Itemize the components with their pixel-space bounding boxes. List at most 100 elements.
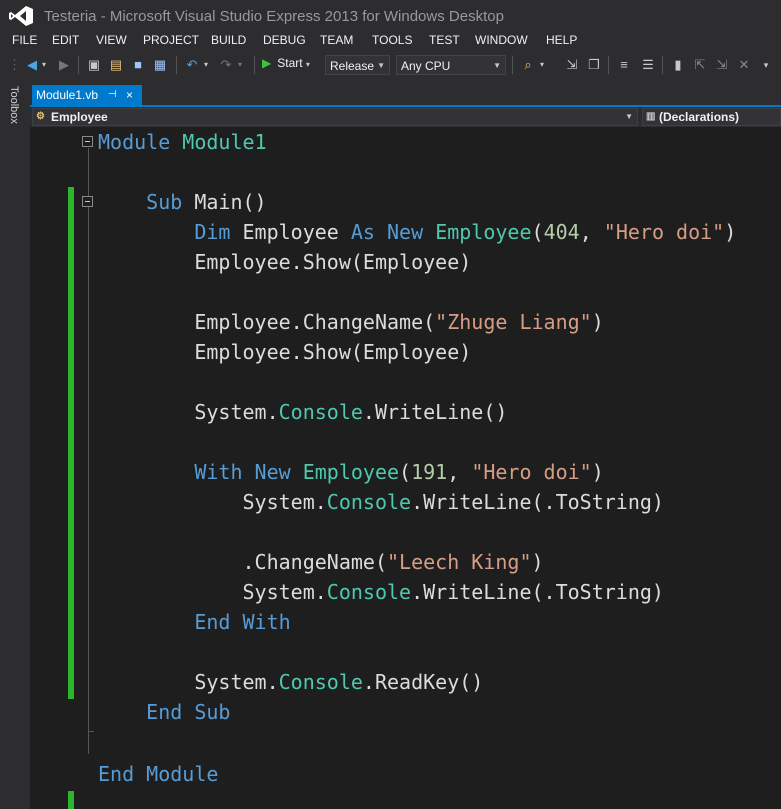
members-dropdown[interactable]: ▥ (Declarations) bbox=[642, 108, 781, 126]
identifier: Employee.ChangeName( bbox=[194, 310, 436, 334]
keyword: With bbox=[194, 460, 243, 484]
menu-window[interactable]: WINDOW bbox=[475, 33, 528, 47]
step-into-icon[interactable]: ⇲ bbox=[564, 57, 580, 73]
menu-help[interactable]: HELP bbox=[546, 33, 577, 47]
solution-explorer-icon[interactable]: ❐ bbox=[586, 57, 602, 73]
menu-project[interactable]: PROJECT bbox=[143, 33, 199, 47]
keyword: End Module bbox=[98, 762, 219, 786]
change-tracking-bar bbox=[68, 187, 74, 699]
code-line: End With bbox=[98, 607, 291, 637]
punctuation: , bbox=[447, 460, 472, 484]
identifier: Employee.Show(Employee) bbox=[194, 250, 472, 274]
close-icon[interactable]: × bbox=[126, 85, 133, 105]
solution-configuration-combo[interactable]: Release ▼ bbox=[325, 55, 390, 75]
standard-toolbar: ⋮ ◀ ▾ ▶ ▣ ▤ ■ ▦ ↶ ▾ ↷ ▾ ▶ Start ▾ Release… bbox=[0, 52, 781, 78]
chevron-down-icon: ▼ bbox=[377, 61, 385, 70]
document-tab-row: Module1.vb ⊣ × bbox=[30, 84, 781, 106]
collapse-sub-icon[interactable] bbox=[82, 196, 93, 207]
types-dropdown[interactable]: ⚙ Employee ▼ bbox=[32, 108, 638, 126]
code-line: End Sub bbox=[98, 697, 230, 727]
code-editor[interactable]: Module Module1 Sub Main() Dim Employee A… bbox=[30, 127, 781, 809]
window-title: Testeria - Microsoft Visual Studio Expre… bbox=[44, 8, 504, 25]
identifier: System. bbox=[242, 490, 327, 514]
navigate-forward-icon[interactable]: ▶ bbox=[56, 57, 72, 73]
code-line: With New Employee(191, "Hero doi") bbox=[98, 457, 604, 487]
members-icon: ▥ bbox=[646, 111, 656, 122]
platform-value: Any CPU bbox=[401, 59, 451, 73]
start-debugging-button[interactable]: ▶ Start ▾ bbox=[262, 56, 310, 74]
find-dropdown-icon[interactable]: ▾ bbox=[538, 57, 546, 73]
type-name: Console bbox=[326, 490, 412, 514]
menu-build[interactable]: BUILD bbox=[211, 33, 246, 47]
code-line: Module Module1 bbox=[98, 127, 267, 157]
identifier: Employee bbox=[242, 220, 339, 244]
uncomment-lines-icon[interactable]: ☰ bbox=[640, 57, 656, 73]
tab-module1-vb[interactable]: Module1.vb ⊣ × bbox=[32, 85, 142, 105]
outline-line bbox=[88, 148, 89, 754]
start-label: Start bbox=[277, 56, 303, 70]
save-icon[interactable]: ■ bbox=[130, 57, 146, 73]
find-in-files-icon[interactable]: ⌕ bbox=[520, 57, 536, 73]
toolbar-grip-icon[interactable]: ⋮ bbox=[8, 57, 21, 73]
code-line: System.Console.WriteLine() bbox=[98, 397, 507, 427]
back-dropdown-icon[interactable]: ▾ bbox=[40, 57, 48, 73]
code-line: Dim Employee As New Employee(404, "Hero … bbox=[98, 217, 736, 247]
open-file-icon[interactable]: ▤ bbox=[108, 57, 124, 73]
configuration-value: Release bbox=[330, 59, 375, 73]
menu-test[interactable]: TEST bbox=[429, 33, 460, 47]
bookmark-icon[interactable]: ▮ bbox=[670, 57, 686, 73]
toolbar-overflow-icon[interactable]: ▾ bbox=[760, 57, 772, 73]
code-line: .ChangeName("Leech King") bbox=[98, 547, 544, 577]
type-name: Module1 bbox=[182, 130, 267, 154]
outline-end-marker bbox=[88, 731, 94, 732]
toolbar-separator bbox=[254, 56, 255, 74]
keyword: Dim bbox=[194, 220, 231, 244]
menu-file[interactable]: FILE bbox=[12, 33, 37, 47]
punctuation: ) bbox=[591, 460, 604, 484]
punctuation: ) bbox=[531, 550, 544, 574]
toolbar-separator bbox=[78, 56, 79, 74]
type-name: Employee bbox=[302, 460, 400, 484]
identifier: .WriteLine(.ToString) bbox=[411, 580, 664, 604]
class-icon: ⚙ bbox=[36, 111, 45, 122]
navigate-back-icon[interactable]: ◀ bbox=[24, 57, 40, 73]
undo-dropdown-icon[interactable]: ▾ bbox=[202, 57, 210, 73]
toolbar-separator bbox=[176, 56, 177, 74]
toolbox-tab[interactable]: Toolbox bbox=[8, 86, 20, 124]
menu-tools[interactable]: TOOLS bbox=[372, 33, 412, 47]
change-tracking-bar bbox=[68, 791, 74, 809]
redo-dropdown-icon[interactable]: ▾ bbox=[236, 57, 244, 73]
identifier: Main() bbox=[194, 190, 267, 214]
punctuation: ( bbox=[399, 460, 412, 484]
keyword: As bbox=[350, 220, 375, 244]
menu-team[interactable]: TEAM bbox=[320, 33, 353, 47]
collapse-module-icon[interactable] bbox=[82, 136, 93, 147]
code-line: End Module bbox=[98, 759, 218, 789]
keyword: Sub bbox=[146, 190, 183, 214]
previous-bookmark-icon[interactable]: ⇱ bbox=[692, 57, 708, 73]
undo-icon[interactable]: ↶ bbox=[184, 57, 200, 73]
identifier: .WriteLine(.ToString) bbox=[411, 490, 664, 514]
identifier: .ReadKey() bbox=[362, 670, 484, 694]
members-value: (Declarations) bbox=[659, 110, 740, 124]
toolbox-side-panel[interactable] bbox=[0, 82, 30, 809]
pin-icon[interactable]: ⊣ bbox=[108, 85, 117, 105]
clear-bookmarks-icon[interactable]: ✕ bbox=[736, 57, 752, 73]
save-all-icon[interactable]: ▦ bbox=[152, 57, 168, 73]
code-line: Employee.Show(Employee) bbox=[98, 247, 471, 277]
menu-edit[interactable]: EDIT bbox=[52, 33, 79, 47]
start-dropdown-icon: ▾ bbox=[305, 60, 310, 69]
menu-debug[interactable]: DEBUG bbox=[263, 33, 306, 47]
tab-label: Module1.vb bbox=[36, 88, 99, 102]
redo-icon[interactable]: ↷ bbox=[218, 57, 234, 73]
menu-view[interactable]: VIEW bbox=[96, 33, 127, 47]
solution-platform-combo[interactable]: Any CPU ▼ bbox=[396, 55, 506, 75]
keyword: Module bbox=[98, 130, 171, 154]
chevron-down-icon: ▼ bbox=[625, 112, 633, 121]
type-name: Employee bbox=[435, 220, 532, 244]
keyword: End With bbox=[194, 610, 291, 634]
new-project-icon[interactable]: ▣ bbox=[86, 57, 102, 73]
comment-lines-icon[interactable]: ≡ bbox=[616, 57, 632, 73]
next-bookmark-icon[interactable]: ⇲ bbox=[714, 57, 730, 73]
toolbar-separator bbox=[512, 56, 513, 74]
